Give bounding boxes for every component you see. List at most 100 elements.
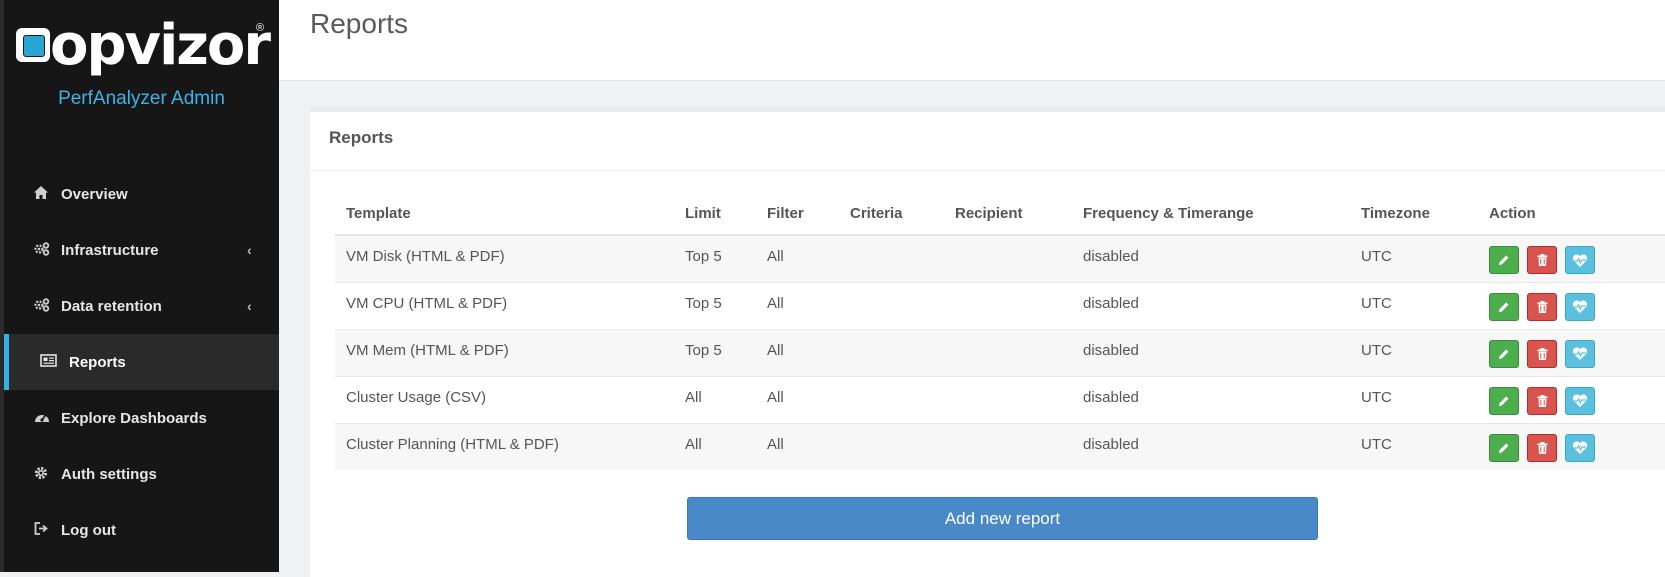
cell-template: VM CPU (HTML & PDF) bbox=[335, 281, 674, 329]
cell-actions bbox=[1478, 422, 1665, 470]
sidebar-nav: Overview Infrastructure ‹ Data retention… bbox=[0, 166, 279, 558]
cell-frequency: disabled bbox=[1072, 328, 1350, 376]
delete-button[interactable] bbox=[1527, 339, 1557, 368]
cell-filter: All bbox=[756, 234, 839, 282]
gears-icon bbox=[34, 298, 52, 314]
edit-button[interactable] bbox=[1489, 386, 1519, 415]
table-header-row: Template Limit Filter Criteria Recipient… bbox=[335, 192, 1665, 236]
reports-panel: Reports Template Limit Filter Criteria R… bbox=[310, 107, 1665, 577]
edit-button[interactable] bbox=[1489, 292, 1519, 321]
sidebar-item-label: Explore Dashboards bbox=[61, 409, 207, 427]
cell-actions bbox=[1478, 281, 1665, 329]
run-report-button[interactable] bbox=[1565, 246, 1595, 274]
trash-icon bbox=[1537, 441, 1547, 454]
trash-icon bbox=[1537, 394, 1547, 407]
run-report-button[interactable] bbox=[1565, 433, 1595, 462]
page-header: Reports bbox=[279, 0, 1665, 81]
trash-icon bbox=[1537, 254, 1547, 266]
sidebar: opvizor ® PerfAnalyzer Admin Overview In… bbox=[0, 0, 279, 572]
heartbeat-icon bbox=[1572, 441, 1588, 454]
panel-title: Reports bbox=[329, 128, 394, 147]
logo[interactable]: opvizor ® bbox=[16, 14, 271, 84]
app-subtitle: PerfAnalyzer Admin bbox=[58, 88, 225, 109]
heartbeat-icon bbox=[1572, 300, 1588, 313]
trash-icon bbox=[1537, 300, 1547, 313]
cell-template: Cluster Usage (CSV) bbox=[335, 375, 674, 423]
delete-button[interactable] bbox=[1527, 292, 1557, 321]
sidebar-item-label: Auth settings bbox=[61, 465, 157, 483]
edit-button[interactable] bbox=[1489, 246, 1519, 274]
heartbeat-icon bbox=[1572, 394, 1588, 407]
delete-button[interactable] bbox=[1527, 433, 1557, 462]
add-new-report-button[interactable]: Add new report bbox=[687, 497, 1318, 540]
sidebar-item-label: Overview bbox=[61, 185, 128, 203]
cell-actions bbox=[1478, 234, 1665, 282]
panel-divider bbox=[310, 170, 1665, 171]
registered-mark: ® bbox=[256, 22, 265, 34]
sidebar-item-label: Data retention bbox=[61, 297, 162, 315]
pencil-icon bbox=[1499, 349, 1509, 359]
run-report-button[interactable] bbox=[1565, 386, 1595, 415]
page-title: Reports bbox=[310, 8, 409, 39]
sidebar-item-reports[interactable]: Reports bbox=[0, 334, 279, 390]
column-header-criteria[interactable]: Criteria bbox=[839, 192, 944, 236]
column-header-template[interactable]: Template bbox=[335, 192, 674, 236]
cell-timezone: UTC bbox=[1350, 328, 1478, 376]
sidebar-item-explore-dashboards[interactable]: Explore Dashboards bbox=[0, 390, 279, 446]
cell-recipient bbox=[944, 281, 1072, 329]
home-icon bbox=[34, 186, 52, 202]
logo-mark-icon bbox=[16, 28, 50, 62]
column-header-recipient[interactable]: Recipient bbox=[944, 192, 1072, 236]
sidebar-item-overview[interactable]: Overview bbox=[0, 166, 279, 222]
sidebar-item-data-retention[interactable]: Data retention ‹ bbox=[0, 278, 279, 334]
pencil-icon bbox=[1499, 443, 1509, 453]
cell-recipient bbox=[944, 375, 1072, 423]
cell-criteria bbox=[839, 375, 944, 423]
run-report-button[interactable] bbox=[1565, 292, 1595, 321]
delete-button[interactable] bbox=[1527, 246, 1557, 274]
cell-template: Cluster Planning (HTML & PDF) bbox=[335, 422, 674, 470]
cell-frequency: disabled bbox=[1072, 375, 1350, 423]
gear-icon bbox=[34, 466, 52, 482]
edit-button[interactable] bbox=[1489, 339, 1519, 368]
sidebar-item-label: Reports bbox=[69, 353, 126, 371]
cell-criteria bbox=[839, 422, 944, 470]
cell-limit: Top 5 bbox=[674, 234, 756, 282]
column-header-timezone[interactable]: Timezone bbox=[1350, 192, 1478, 236]
edit-button[interactable] bbox=[1489, 433, 1519, 462]
sidebar-item-auth-settings[interactable]: Auth settings bbox=[0, 446, 279, 502]
sidebar-item-infrastructure[interactable]: Infrastructure ‹ bbox=[0, 222, 279, 278]
cell-recipient bbox=[944, 328, 1072, 376]
run-report-button[interactable] bbox=[1565, 339, 1595, 368]
heartbeat-icon bbox=[1572, 347, 1588, 360]
cell-criteria bbox=[839, 328, 944, 376]
cell-limit: Top 5 bbox=[674, 281, 756, 329]
cell-filter: All bbox=[756, 422, 839, 470]
column-header-frequency[interactable]: Frequency & Timerange bbox=[1072, 192, 1350, 236]
column-header-limit[interactable]: Limit bbox=[674, 192, 756, 236]
cell-timezone: UTC bbox=[1350, 234, 1478, 282]
cell-limit: Top 5 bbox=[674, 328, 756, 376]
pencil-icon bbox=[1499, 255, 1509, 265]
table-row: Cluster Usage (CSV) All All disabled UTC bbox=[335, 375, 1665, 423]
reports-table: Template Limit Filter Criteria Recipient… bbox=[335, 192, 1665, 470]
table-row: VM CPU (HTML & PDF) Top 5 All disabled U… bbox=[335, 281, 1665, 329]
table-row: VM Disk (HTML & PDF) Top 5 All disabled … bbox=[335, 234, 1665, 282]
cell-recipient bbox=[944, 422, 1072, 470]
sidebar-item-log-out[interactable]: Log out bbox=[0, 502, 279, 558]
column-header-filter[interactable]: Filter bbox=[756, 192, 839, 236]
cell-actions bbox=[1478, 328, 1665, 376]
newspaper-icon bbox=[40, 354, 58, 370]
cell-filter: All bbox=[756, 281, 839, 329]
cell-frequency: disabled bbox=[1072, 422, 1350, 470]
cell-recipient bbox=[944, 234, 1072, 282]
delete-button[interactable] bbox=[1527, 386, 1557, 415]
sidebar-item-label: Log out bbox=[61, 521, 116, 539]
dashboard-icon bbox=[34, 410, 52, 426]
gears-icon bbox=[34, 242, 52, 258]
cell-frequency: disabled bbox=[1072, 281, 1350, 329]
cell-filter: All bbox=[756, 375, 839, 423]
cell-limit: All bbox=[674, 422, 756, 470]
cell-criteria bbox=[839, 281, 944, 329]
trash-icon bbox=[1537, 347, 1547, 360]
